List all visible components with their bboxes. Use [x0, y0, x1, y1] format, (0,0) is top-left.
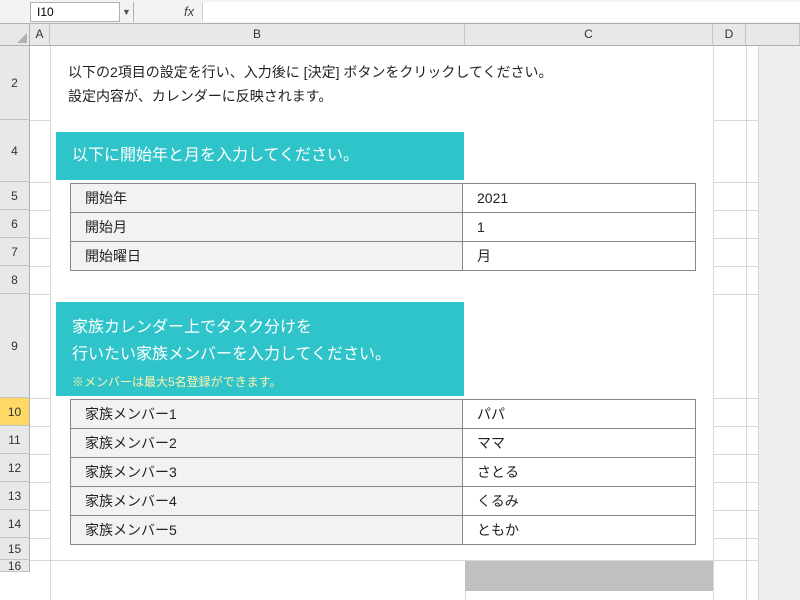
table-row: 開始曜日 月: [71, 242, 696, 271]
instruction-line2: 設定内容が、カレンダーに反映されます。: [68, 86, 332, 106]
column-header-b[interactable]: B: [50, 24, 465, 46]
row-header-11[interactable]: 11: [0, 426, 30, 454]
member3-value[interactable]: さとる: [463, 458, 696, 487]
fx-label[interactable]: fx: [134, 4, 202, 19]
formula-input[interactable]: [202, 2, 800, 22]
family-members-table: 家族メンバー1 パパ 家族メンバー2 ママ 家族メンバー3 さとる 家族メンバー…: [70, 399, 696, 545]
row-header-13[interactable]: 13: [0, 482, 30, 510]
select-all-corner[interactable]: [0, 24, 30, 46]
member2-label: 家族メンバー2: [71, 429, 463, 458]
member5-label: 家族メンバー5: [71, 516, 463, 545]
member5-value[interactable]: ともか: [463, 516, 696, 545]
table-row: 家族メンバー3 さとる: [71, 458, 696, 487]
start-month-label: 開始月: [71, 213, 463, 242]
start-year-value[interactable]: 2021: [463, 184, 696, 213]
instruction-line1: 以下の2項目の設定を行い、入力後に [決定] ボタンをクリックしてください。: [68, 62, 553, 82]
member1-label: 家族メンバー1: [71, 400, 463, 429]
section1-heading-text: 以下に開始年と月を入力してください。: [72, 147, 359, 164]
name-box-dropdown-icon[interactable]: ▼: [120, 2, 134, 22]
formula-bar: I10 ▼ fx: [0, 0, 800, 24]
row-header-5[interactable]: 5: [0, 182, 30, 210]
row-headers: 2 4 5 6 7 8 9 10 11 12 13 14 15 16: [0, 46, 30, 600]
table-row: 家族メンバー4 くるみ: [71, 487, 696, 516]
row-header-7[interactable]: 7: [0, 238, 30, 266]
start-dow-value[interactable]: 月: [463, 242, 696, 271]
member4-label: 家族メンバー4: [71, 487, 463, 516]
row-header-16[interactable]: 16: [0, 560, 30, 572]
column-header-d[interactable]: D: [713, 24, 746, 46]
cells-area[interactable]: 以下の2項目の設定を行い、入力後に [決定] ボタンをクリックしてください。 設…: [30, 46, 800, 600]
member3-label: 家族メンバー3: [71, 458, 463, 487]
name-box[interactable]: I10: [30, 2, 120, 22]
spreadsheet-grid: A B C D 2 4 5 6 7 8 9 10 11 12 13 14: [0, 24, 800, 600]
section2-heading-line2: 行いたい家族メンバーを入力してください。: [72, 346, 391, 363]
table-row: 開始年 2021: [71, 184, 696, 213]
row-header-6[interactable]: 6: [0, 210, 30, 238]
row-header-15[interactable]: 15: [0, 538, 30, 560]
column-header-c[interactable]: C: [465, 24, 713, 46]
section1-heading: 以下に開始年と月を入力してください。: [56, 132, 464, 180]
start-month-value[interactable]: 1: [463, 213, 696, 242]
section2-note: ※メンバーは最大5名登録ができます。: [72, 372, 448, 392]
column-headers: A B C D: [30, 24, 800, 46]
column-header-a[interactable]: A: [30, 24, 50, 46]
row-header-10[interactable]: 10: [0, 398, 30, 426]
member2-value[interactable]: ママ: [463, 429, 696, 458]
row-header-8[interactable]: 8: [0, 266, 30, 294]
gray-strip: [465, 561, 713, 591]
table-row: 開始月 1: [71, 213, 696, 242]
column-header-blank[interactable]: [746, 24, 800, 46]
start-dow-label: 開始曜日: [71, 242, 463, 271]
table-row: 家族メンバー2 ママ: [71, 429, 696, 458]
start-settings-table: 開始年 2021 開始月 1 開始曜日 月: [70, 183, 696, 271]
member4-value[interactable]: くるみ: [463, 487, 696, 516]
row-header-4[interactable]: 4: [0, 120, 30, 182]
table-row: 家族メンバー1 パパ: [71, 400, 696, 429]
row-header-14[interactable]: 14: [0, 510, 30, 538]
row-header-12[interactable]: 12: [0, 454, 30, 482]
right-margin: [758, 46, 800, 600]
member1-value[interactable]: パパ: [463, 400, 696, 429]
section2-heading: 家族カレンダー上でタスク分けを 行いたい家族メンバーを入力してください。 ※メン…: [56, 302, 464, 396]
start-year-label: 開始年: [71, 184, 463, 213]
row-header-2[interactable]: 2: [0, 46, 30, 120]
table-row: 家族メンバー5 ともか: [71, 516, 696, 545]
row-header-9[interactable]: 9: [0, 294, 30, 398]
section2-heading-line1: 家族カレンダー上でタスク分けを: [72, 319, 312, 336]
